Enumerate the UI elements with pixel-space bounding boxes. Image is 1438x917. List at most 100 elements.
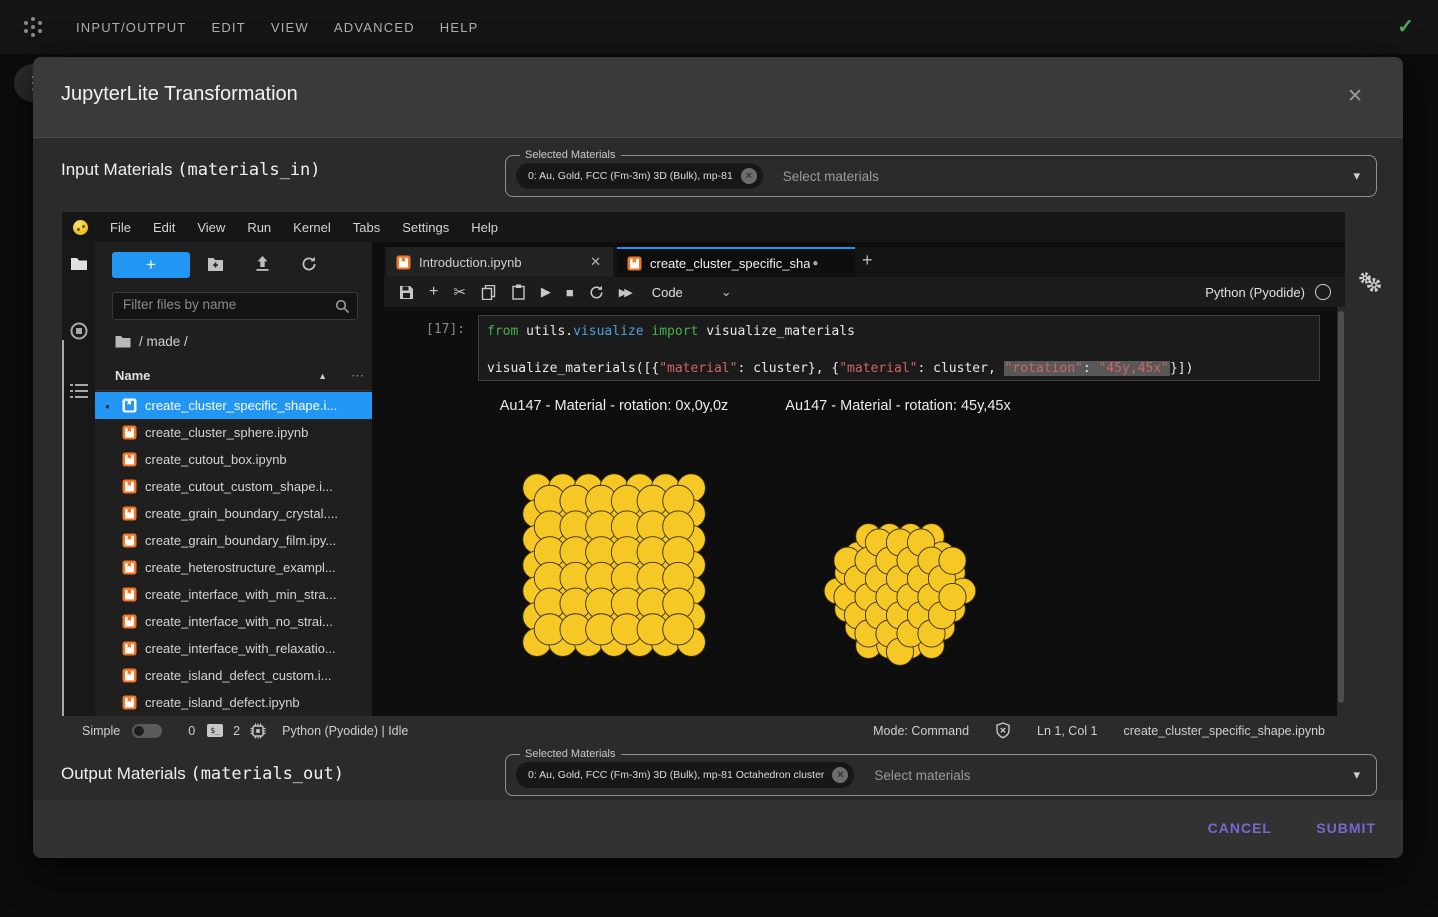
current-file-name: create_cluster_specific_shape.ipynb [1123,724,1325,738]
cell-type-caret-icon[interactable]: ⌄ [721,284,732,300]
file-row[interactable]: create_interface_with_no_strai... [95,608,372,635]
simple-mode-toggle[interactable] [132,724,162,738]
input-materials-label: Input Materials (materials_in) [61,160,321,180]
menu-view[interactable]: VIEW [271,20,309,35]
notebook-scrollbar[interactable] [1337,307,1345,716]
jp-menu-help[interactable]: Help [471,220,498,235]
file-name: create_cluster_sphere.ipynb [145,425,308,440]
input-materials-select[interactable]: Selected Materials 0: Au, Gold, FCC (Fm-… [505,155,1377,197]
file-browser-icon[interactable] [70,256,88,272]
notebook-content[interactable]: [17]: from utils.visualize import visual… [384,307,1345,716]
cancel-button[interactable]: CANCEL [1208,820,1272,836]
notebook-file-icon [122,587,137,602]
file-row[interactable]: create_cutout_custom_shape.i... [95,473,372,500]
interrupt-kernel-icon[interactable]: ■ [566,285,574,300]
widget-settings-icon[interactable] [1355,269,1385,299]
file-name: create_grain_boundary_crystal.... [145,506,338,521]
refresh-icon[interactable] [301,256,317,272]
file-row[interactable]: create_grain_boundary_film.ipy... [95,527,372,554]
output-material-chip[interactable]: 0: Au, Gold, FCC (Fm-3m) 3D (Bulk), mp-8… [516,762,854,788]
notebook-file-icon [396,255,411,270]
unsaved-changes-dot[interactable]: ● [812,258,818,269]
run-cell-icon[interactable]: ▶ [541,284,551,300]
file-name: create_interface_with_min_stra... [145,587,336,602]
chip-remove-icon[interactable]: ✕ [741,168,757,184]
tab-close-icon[interactable]: ✕ [590,254,601,270]
open-file-bullet: ● [105,402,110,411]
kernel-status-icon[interactable] [1315,284,1331,300]
chip-remove-icon[interactable]: ✕ [832,767,848,783]
jp-menu-run[interactable]: Run [247,220,271,235]
jp-menu-kernel[interactable]: Kernel [293,220,331,235]
copy-cells-icon[interactable] [481,285,496,300]
check-icon[interactable]: ✓ [1397,14,1414,39]
file-row[interactable]: create_interface_with_min_stra... [95,581,372,608]
cut-cells-icon[interactable]: ✂ [453,283,466,301]
tab-introduction[interactable]: Introduction.ipynb ✕ [386,247,613,277]
close-icon[interactable]: ✕ [1347,85,1363,108]
cluster-visualization-right [815,506,985,676]
notebook-toolbar: + ✂ ▶ ■ ▶▶ Code ⌄ [384,277,1345,307]
code-cell[interactable]: from utils.visualize import visualize_ma… [478,315,1320,381]
jp-menu-edit[interactable]: Edit [153,220,175,235]
simple-mode-label: Simple [82,724,120,738]
terminals-count[interactable]: 0 [188,724,195,738]
app-logo-icon[interactable] [20,14,46,40]
output-label-right: Au147 - Material - rotation: 45y,45x [785,398,1010,414]
save-icon[interactable] [399,285,414,300]
file-row[interactable]: create_grain_boundary_crystal.... [95,500,372,527]
cursor-position[interactable]: Ln 1, Col 1 [1037,724,1097,738]
menu-help[interactable]: HELP [440,20,479,35]
kernel-name-button[interactable]: Python (Pyodide) [1205,285,1305,300]
input-material-chip[interactable]: 0: Au, Gold, FCC (Fm-3m) 3D (Bulk), mp-8… [516,163,763,189]
dropdown-caret-icon[interactable]: ▾ [1353,168,1360,184]
trust-shield-icon[interactable] [995,722,1011,739]
file-name: create_heterostructure_exampl... [145,560,336,575]
restart-kernel-icon[interactable] [589,285,604,300]
sort-ascending-icon[interactable]: ▲ [318,371,327,381]
tab-label: create_cluster_specific_sha [650,256,810,271]
file-browser-panel: + / made / [95,242,372,716]
add-tab-icon[interactable]: + [862,250,873,271]
restart-run-all-icon[interactable]: ▶▶ [619,286,630,299]
output-materials-label-text: Output Materials [61,764,190,783]
jp-menu-tabs[interactable]: Tabs [353,220,380,235]
jp-menu-settings[interactable]: Settings [402,220,449,235]
mode-indicator[interactable]: Mode: Command [873,724,969,738]
new-launcher-button[interactable]: + [112,252,190,278]
add-cell-icon[interactable]: + [429,283,438,301]
file-row[interactable]: create_island_defect.ipynb [95,689,372,716]
filter-files-input[interactable] [121,296,325,313]
cell-type-select[interactable]: Code [652,285,683,300]
modal-header: JupyterLite Transformation ✕ [33,57,1403,138]
menu-input-output[interactable]: INPUT/OUTPUT [76,20,186,35]
output-materials-select[interactable]: Selected Materials 0: Au, Gold, FCC (Fm-… [505,754,1377,796]
running-kernels-icon[interactable] [70,322,88,340]
menu-advanced[interactable]: ADVANCED [334,20,415,35]
submit-button[interactable]: SUBMIT [1316,820,1376,836]
dropdown-caret-icon[interactable]: ▾ [1353,767,1360,783]
tab-create-cluster-specific-shape[interactable]: create_cluster_specific_sha ● [617,247,855,277]
file-row[interactable]: ●create_cluster_specific_shape.i... [95,392,372,419]
breadcrumb[interactable]: / made / [115,334,188,349]
upload-icon[interactable] [255,256,270,272]
paste-cells-icon[interactable] [511,284,526,300]
new-folder-icon[interactable] [207,256,224,271]
status-bar: Simple 0 $_ 2 Python (Pyodide) | Idle Mo… [62,716,1345,745]
menu-edit[interactable]: EDIT [211,20,245,35]
file-row[interactable]: create_cluster_sphere.ipynb [95,419,372,446]
table-of-contents-icon[interactable] [70,384,88,398]
kernel-status-text[interactable]: Python (Pyodide) | Idle [282,724,408,738]
file-row[interactable]: create_interface_with_relaxatio... [95,635,372,662]
header-more-icon[interactable]: ⋯ [351,368,364,384]
filter-files-box [112,292,358,320]
kernels-count[interactable]: 2 [233,724,240,738]
file-row[interactable]: create_cutout_box.ipynb [95,446,372,473]
file-row[interactable]: create_heterostructure_exampl... [95,554,372,581]
jp-menu-view[interactable]: View [197,220,225,235]
jp-menu-file[interactable]: File [110,220,131,235]
output-material-chip-label: 0: Au, Gold, FCC (Fm-3m) 3D (Bulk), mp-8… [528,769,824,781]
notebook-file-icon [122,614,137,629]
file-list-header[interactable]: Name ▲ ⋯ [95,364,372,391]
file-row[interactable]: create_island_defect_custom.i... [95,662,372,689]
